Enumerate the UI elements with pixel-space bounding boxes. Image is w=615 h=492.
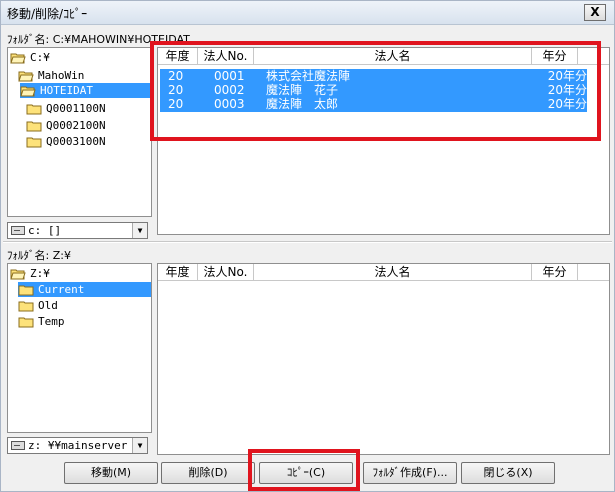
column-header-corp-name[interactable]: 法人名 (254, 48, 532, 65)
tree-item-label: HOTEIDAT (40, 84, 93, 97)
cell-period: 20年分 (547, 69, 587, 83)
cell-corp-name: 株式会社魔法陣 (266, 69, 351, 83)
tree-item-label: C:¥ (30, 51, 50, 64)
tree-item-q0002100n[interactable]: Q0002100N (26, 118, 106, 133)
lower-list-header: 年度 法人No. 法人名 年分 (158, 264, 609, 281)
cell-corp-name: 魔法陣 太郎 (266, 97, 339, 111)
upper-drive-value: c: [] (28, 224, 62, 237)
folder-icon (26, 121, 42, 131)
column-header-year[interactable]: 年度 (158, 48, 198, 65)
cell-corp-name: 魔法陣 花子 (266, 83, 339, 97)
tree-item-label: Q0001100N (46, 102, 106, 115)
move-button[interactable]: 移動(M) (64, 462, 158, 484)
column-header-period[interactable]: 年分 (532, 48, 578, 65)
folder-icon (18, 285, 34, 295)
tree-item-label: Q0002100N (46, 119, 106, 132)
tree-item-old[interactable]: Old (18, 298, 58, 313)
cell-period: 20年分 (547, 83, 587, 97)
lower-file-list[interactable]: 年度 法人No. 法人名 年分 (157, 263, 610, 455)
open-folder-icon (20, 86, 36, 96)
upper-list-header: 年度 法人No. 法人名 年分 (158, 48, 609, 65)
cell-year: 20 (168, 69, 184, 83)
column-header-corp-name[interactable]: 法人名 (254, 264, 532, 281)
tree-item-q0003100n[interactable]: Q0003100N (26, 134, 106, 149)
tree-item-label: Old (38, 299, 58, 312)
cell-year: 20 (168, 83, 184, 97)
chevron-down-icon[interactable]: ▼ (132, 438, 147, 453)
cell-period: 20年分 (547, 97, 587, 111)
table-row[interactable]: 20 0001 株式会社魔法陣 20年分 (160, 69, 587, 84)
lower-drive-select[interactable]: z: ¥¥mainserver ▼ (7, 437, 148, 454)
tree-item-label: Current (38, 283, 85, 296)
title-bar: 移動/削除/ｺﾋﾟｰ X (1, 1, 614, 25)
folder-icon (18, 317, 34, 327)
tree-item-temp[interactable]: Temp (18, 314, 65, 329)
new-folder-button[interactable]: ﾌｫﾙﾀﾞ作成(F)... (363, 462, 457, 484)
tree-item-current[interactable]: Current (18, 282, 151, 297)
delete-button[interactable]: 削除(D) (161, 462, 255, 484)
tree-item-mahowin[interactable]: MahoWin (18, 68, 84, 83)
tree-item-label: Z:¥ (30, 267, 50, 280)
move-delete-copy-dialog: 移動/削除/ｺﾋﾟｰ X ﾌｫﾙﾀﾞ名: C:¥MAHOWIN¥HOTEIDAT… (0, 0, 615, 492)
column-header-corp-no[interactable]: 法人No. (198, 48, 254, 65)
cell-corp-no: 0002 (214, 83, 245, 97)
upper-folder-tree[interactable]: C:¥ MahoWin HOTEIDAT Q0001100N Q0002100N… (7, 47, 152, 217)
lower-folder-tree[interactable]: Z:¥ Current Old Temp (7, 263, 152, 433)
table-row[interactable]: 20 0003 魔法陣 太郎 20年分 (160, 97, 587, 112)
copy-button[interactable]: ｺﾋﾟｰ(C) (259, 462, 353, 484)
pane-divider (3, 241, 612, 243)
cell-year: 20 (168, 97, 184, 111)
open-folder-icon (10, 269, 26, 279)
upper-drive-select[interactable]: c: [] ▼ (7, 222, 148, 239)
drive-icon (11, 226, 25, 235)
cell-corp-no: 0003 (214, 97, 245, 111)
window-title: 移動/削除/ｺﾋﾟｰ (7, 7, 88, 21)
upper-folder-caption: ﾌｫﾙﾀﾞ名: C:¥MAHOWIN¥HOTEIDAT (7, 33, 190, 46)
folder-icon (26, 104, 42, 114)
close-window-button[interactable]: X (584, 4, 606, 21)
drive-icon (11, 441, 25, 450)
chevron-down-icon[interactable]: ▼ (132, 223, 147, 238)
tree-item-label: Temp (38, 315, 65, 328)
column-header-period[interactable]: 年分 (532, 264, 578, 281)
folder-icon (18, 301, 34, 311)
column-header-year[interactable]: 年度 (158, 264, 198, 281)
open-folder-icon (18, 71, 34, 81)
table-row[interactable]: 20 0002 魔法陣 花子 20年分 (160, 83, 587, 98)
tree-item-label: Q0003100N (46, 135, 106, 148)
open-folder-icon (10, 53, 26, 63)
tree-item-z-drive[interactable]: Z:¥ (10, 266, 50, 281)
tree-item-c-drive[interactable]: C:¥ (10, 50, 50, 65)
lower-drive-value: z: ¥¥mainserver (28, 439, 128, 452)
column-header-corp-no[interactable]: 法人No. (198, 264, 254, 281)
tree-item-hoteidat[interactable]: HOTEIDAT (20, 83, 151, 98)
lower-folder-caption: ﾌｫﾙﾀﾞ名: Z:¥ (7, 249, 71, 262)
cell-corp-no: 0001 (214, 69, 245, 83)
upper-file-list[interactable]: 年度 法人No. 法人名 年分 20 0001 株式会社魔法陣 20年分 20 … (157, 47, 610, 235)
tree-item-label: MahoWin (38, 69, 85, 82)
close-button[interactable]: 閉じる(X) (461, 462, 555, 484)
folder-icon (26, 137, 42, 147)
tree-item-q0001100n[interactable]: Q0001100N (26, 101, 106, 116)
